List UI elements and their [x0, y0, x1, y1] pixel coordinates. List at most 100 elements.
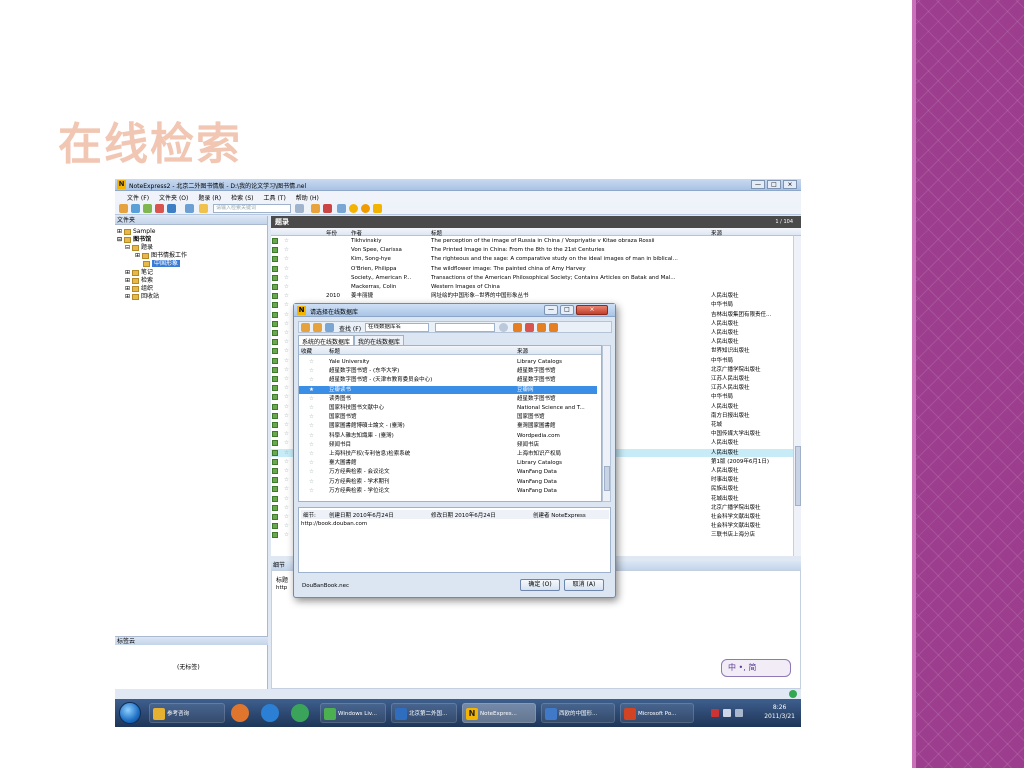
star-icon[interactable]: ☆	[284, 458, 289, 466]
favorite-star-icon[interactable]: ★	[309, 386, 314, 395]
star-icon[interactable]: ☆	[284, 449, 289, 457]
table-row[interactable]: ☆ Society., American P... Transactions of …	[271, 274, 793, 282]
favorite-star-icon[interactable]: ☆	[309, 413, 314, 422]
star-icon[interactable]: ☆	[284, 430, 289, 438]
task-western-image[interactable]: 西欧的中国形...	[541, 703, 615, 723]
help-icon[interactable]	[349, 204, 358, 213]
list-item[interactable]: ☆ 臺大圖書館 Library Catalogs	[299, 459, 597, 468]
tree-item-records[interactable]: ⊟ 题录	[125, 244, 153, 252]
star-icon[interactable]: ☆	[284, 320, 289, 328]
favorite-star-icon[interactable]: ☆	[309, 376, 314, 385]
clear-icon[interactable]	[499, 323, 508, 332]
records-scrollbar[interactable]	[793, 236, 801, 556]
start-button[interactable]	[119, 702, 141, 724]
messenger-icon[interactable]	[291, 704, 309, 722]
table-row[interactable]: ☆ Von Spee, Clarissa The Printed Image in …	[271, 246, 793, 254]
cancel-button[interactable]: 取消 (A)	[564, 579, 604, 591]
dropdown-icon[interactable]	[295, 204, 304, 213]
star-icon[interactable]: ☆	[284, 311, 289, 319]
tree-item-search[interactable]: ⊞ 检索	[125, 277, 153, 285]
favorite-star-icon[interactable]: ☆	[309, 422, 314, 431]
task-noteexpress[interactable]: N NoteExpres...	[462, 703, 536, 723]
list-item[interactable]: ☆ Yale University Library Catalogs	[299, 358, 597, 367]
list-item[interactable]: ☆ 科學人雜志知識庫 - (臺灣) Wordpedia.com	[299, 432, 597, 441]
column-title[interactable]: 标题	[431, 229, 442, 237]
tag-icon[interactable]	[199, 204, 208, 213]
star-icon[interactable]: ☆	[284, 412, 289, 420]
dialog-close-button[interactable]: ⨯	[576, 305, 608, 315]
task-reference[interactable]: 参考咨询	[149, 703, 225, 723]
list-item[interactable]: ☆ 上海科技产权(专利信息)检索系统 上海市知识产权局	[299, 450, 597, 459]
list-item[interactable]: ☆ 超星数字图书馆 - (天津市教育委员会中心) 超星数字图书馆	[299, 376, 597, 385]
star-icon[interactable]: ☆	[284, 265, 289, 273]
star-icon[interactable]: ☆	[284, 384, 289, 392]
scroll-thumb[interactable]	[795, 446, 801, 506]
database-scrollbar[interactable]	[602, 345, 611, 502]
star-icon[interactable]: ☆	[284, 531, 289, 539]
column-year[interactable]: 年份	[326, 229, 337, 237]
tree-item-library-work[interactable]: ⊞ 图书情报工作	[135, 252, 187, 260]
field-combo[interactable]: 在线数据库名	[365, 323, 429, 332]
list-item[interactable]: ★ 豆瓣读书 豆瓣网	[299, 385, 597, 395]
star-icon[interactable]: ☆	[284, 485, 289, 493]
star-icon[interactable]: ☆	[284, 375, 289, 383]
star-icon[interactable]: ☆	[284, 522, 289, 530]
star-icon[interactable]: ☆	[284, 347, 289, 355]
list-item[interactable]: ☆ 万方经典检索 - 会议论文 WanFang Data	[299, 468, 597, 477]
menu-folder[interactable]: 文件夹 (O)	[155, 191, 192, 202]
maximize-button[interactable]: □	[767, 180, 781, 189]
find-label[interactable]: 查找 (F)	[339, 324, 361, 333]
star-icon[interactable]: ☆	[284, 274, 289, 282]
close-button[interactable]: ⨯	[783, 180, 797, 189]
favorite-star-icon[interactable]: ☆	[309, 432, 314, 441]
star-icon[interactable]: ☆	[284, 237, 289, 245]
tree-item-library[interactable]: ⊟ 图书馆	[117, 236, 151, 244]
star-icon[interactable]: ☆	[284, 283, 289, 291]
media-player-icon[interactable]	[231, 704, 249, 722]
menu-help[interactable]: 帮助 (H)	[292, 191, 323, 202]
list-item[interactable]: ☆ 万方经典检索 - 学术期刊 WanFang Data	[299, 478, 597, 487]
star-icon[interactable]: ☆	[284, 393, 289, 401]
star-icon[interactable]: ☆	[284, 421, 289, 429]
tree-item-recycle[interactable]: ⊞ 回收站	[125, 293, 159, 301]
info-icon[interactable]	[373, 204, 382, 213]
star-icon[interactable]: ☆	[284, 255, 289, 263]
add-icon[interactable]	[301, 323, 310, 332]
favorite-star-icon[interactable]: ☆	[309, 441, 314, 450]
search-icon[interactable]	[185, 204, 194, 213]
tree-item-sample[interactable]: ⊞ Sample	[117, 228, 155, 236]
table-row[interactable]: ☆ Kim, Song-hye The righteous and the sage…	[271, 255, 793, 263]
favorite-star-icon[interactable]: ☆	[309, 459, 314, 468]
menu-file[interactable]: 文件 (F)	[123, 191, 153, 202]
tree-item-china-image[interactable]: 中国形象	[143, 260, 181, 268]
update-icon[interactable]	[361, 204, 370, 213]
star-icon[interactable]: ☆	[284, 301, 289, 309]
export-icon[interactable]	[143, 204, 152, 213]
star-icon[interactable]: ☆	[284, 403, 289, 411]
table-row[interactable]: ☆ 2010 姜丰丽捷 网址绘的中国形象--世界的中国形象丛书 人民出版社	[271, 292, 793, 300]
list-item[interactable]: ☆ 国家图书馆 国家图书馆	[299, 413, 597, 422]
column-db-title[interactable]: 标题	[329, 347, 340, 355]
favorite-star-icon[interactable]: ☆	[309, 367, 314, 376]
ime-indicator[interactable]: 中 •, 简	[721, 659, 791, 677]
import-icon[interactable]	[131, 204, 140, 213]
favorite-star-icon[interactable]: ☆	[309, 404, 314, 413]
star-icon[interactable]: ☆	[284, 495, 289, 503]
display-icon[interactable]	[735, 709, 743, 717]
star-icon[interactable]: ☆	[284, 329, 289, 337]
table-row[interactable]: ☆ Mackerras, Colin Western Images of China	[271, 283, 793, 291]
minimize-button[interactable]: —	[751, 180, 765, 189]
star-icon[interactable]: ☆	[284, 366, 289, 374]
edit-icon[interactable]	[313, 323, 322, 332]
new-folder-icon[interactable]	[119, 204, 128, 213]
highlight-icon[interactable]	[311, 204, 320, 213]
list-item[interactable]: ☆ 國家圖書館博碩士論文 - (臺灣) 臺灣國家圖書館	[299, 422, 597, 431]
volume-icon[interactable]	[723, 709, 731, 717]
search-term-input[interactable]	[435, 323, 495, 332]
mark-icon[interactable]	[323, 204, 332, 213]
duplicate-icon[interactable]	[337, 204, 346, 213]
menu-tools[interactable]: 工具 (T)	[260, 191, 290, 202]
dialog-minimize-button[interactable]: —	[544, 305, 558, 315]
table-row[interactable]: ☆ O'Brien, Philippa The wildflower image: …	[271, 265, 793, 273]
tab-system-databases[interactable]: 系统的在线数据库	[298, 335, 355, 346]
